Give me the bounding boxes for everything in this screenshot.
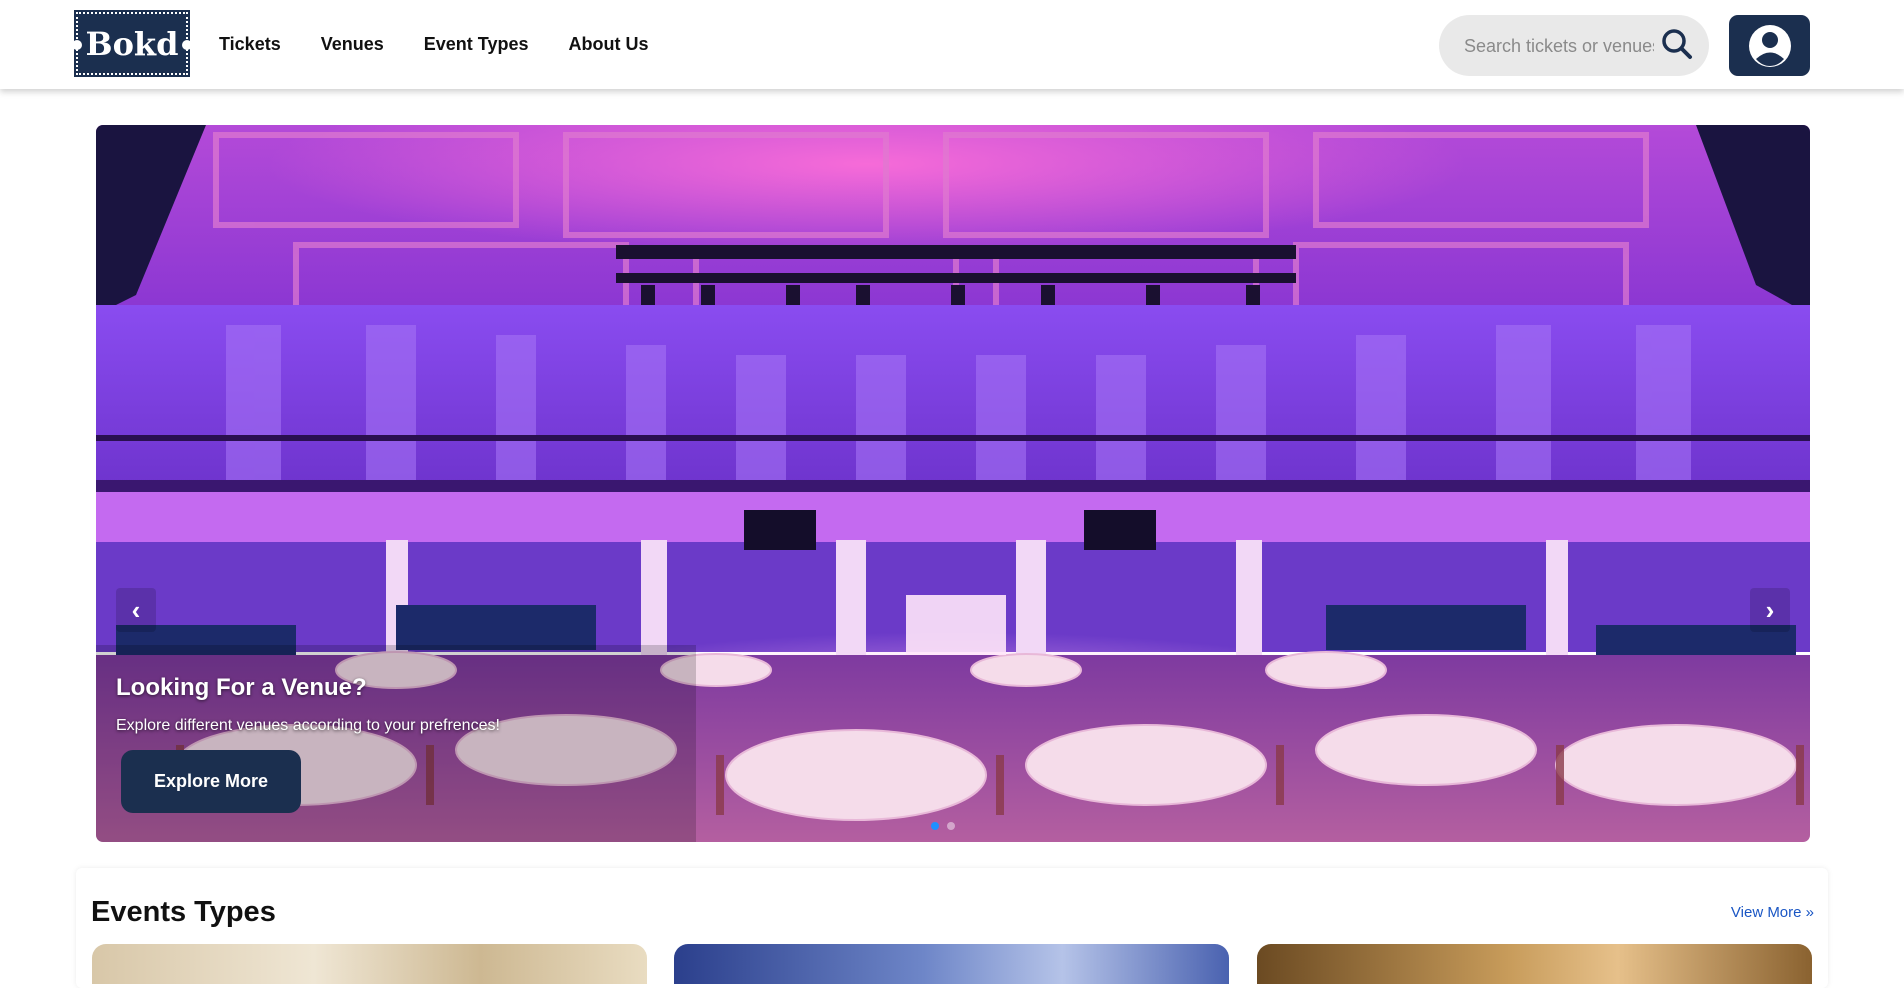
events-types-section: Events Types View More » (76, 868, 1828, 988)
logo-dot-left (72, 40, 82, 50)
section-title: Events Types (91, 896, 276, 928)
event-type-card[interactable] (1257, 944, 1812, 984)
nav-link-about-us[interactable]: About Us (568, 34, 648, 55)
search-bar (1439, 15, 1709, 76)
view-more-link[interactable]: View More » (1731, 904, 1814, 921)
event-type-card[interactable] (92, 944, 647, 984)
logo-text: Bokd (85, 24, 179, 63)
search-input[interactable] (1464, 33, 1654, 59)
nav-link-event-types[interactable]: Event Types (424, 34, 529, 55)
explore-more-button[interactable]: Explore More (121, 750, 301, 813)
main-nav: Tickets Venues Event Types About Us (219, 34, 688, 55)
carousel-dot[interactable] (947, 822, 955, 830)
hero-carousel: ‹ › Looking For a Venue? Explore differe… (96, 125, 1810, 842)
hero-subtitle: Explore different venues according to yo… (116, 717, 500, 734)
event-type-card[interactable] (674, 944, 1229, 984)
carousel-prev-button[interactable]: ‹ (116, 588, 156, 632)
site-header: Bokd Tickets Venues Event Types About Us (0, 0, 1904, 89)
search-icon[interactable] (1657, 25, 1697, 65)
carousel-indicators (931, 822, 955, 830)
carousel-next-button[interactable]: › (1750, 588, 1790, 632)
user-avatar-icon (1748, 24, 1791, 67)
brand-logo[interactable]: Bokd (72, 10, 192, 77)
nav-link-venues[interactable]: Venues (321, 34, 384, 55)
logo-dot-right (182, 40, 192, 50)
hero-title: Looking For a Venue? (116, 674, 367, 701)
nav-link-tickets[interactable]: Tickets (219, 34, 281, 55)
carousel-dot[interactable] (931, 822, 939, 830)
profile-button[interactable] (1729, 15, 1810, 76)
